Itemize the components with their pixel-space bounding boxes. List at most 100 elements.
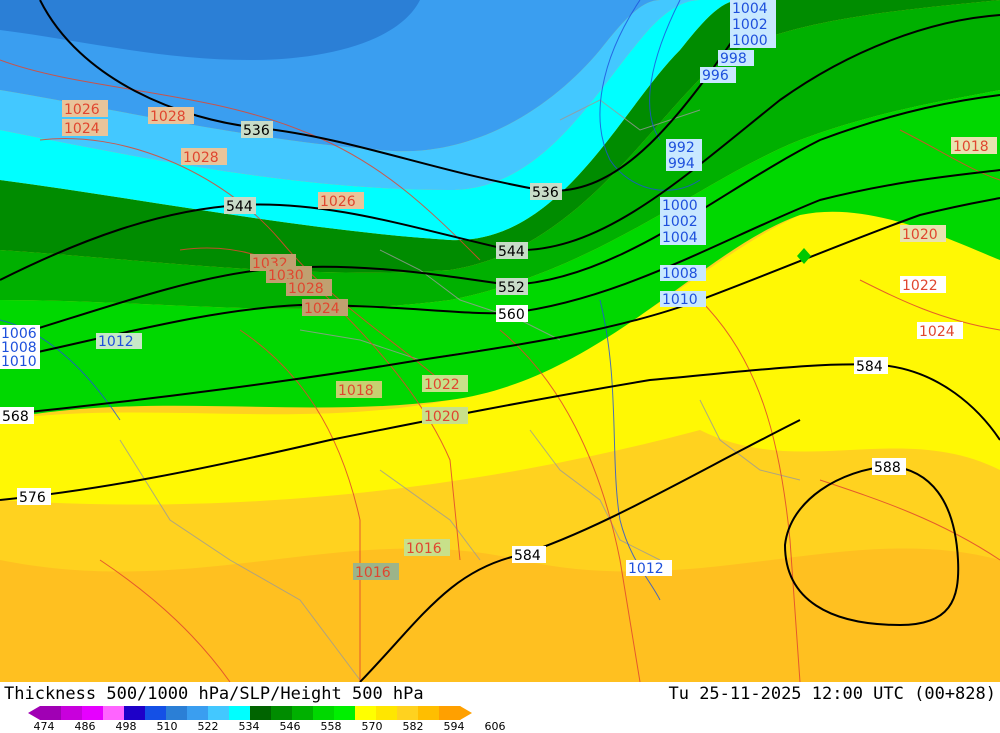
svg-text:1000: 1000 <box>662 198 698 214</box>
slp-label: 1004 <box>660 229 706 246</box>
svg-text:1004: 1004 <box>662 230 698 246</box>
slp-label: 996 <box>700 67 736 84</box>
svg-text:1020: 1020 <box>902 227 938 243</box>
slp-label: 1020 <box>900 225 946 243</box>
slp-label: 1010 <box>0 353 40 370</box>
slp-label: 998 <box>718 50 754 67</box>
scale-tick-label: 606 <box>484 720 506 733</box>
svg-text:1028: 1028 <box>150 109 186 125</box>
svg-text:536: 536 <box>243 123 270 139</box>
svg-text:584: 584 <box>856 359 883 375</box>
slp-label: 1016 <box>404 539 450 557</box>
scale-tick-label: 534 <box>238 720 260 733</box>
scale-tick-label: 570 <box>361 720 383 733</box>
svg-text:544: 544 <box>226 199 253 215</box>
scale-tick-label: 474 <box>33 720 55 733</box>
slp-label: 1024 <box>62 119 108 137</box>
color-scale <box>28 706 472 720</box>
scale-swatch <box>229 706 251 720</box>
slp-label: 1002 <box>660 213 706 230</box>
weather-map: 536 536 544 544 552 560 568 576 584 584 … <box>0 0 1000 682</box>
scale-swatch <box>313 706 335 720</box>
svg-text:1024: 1024 <box>304 301 340 317</box>
svg-text:536: 536 <box>532 185 559 201</box>
svg-text:1016: 1016 <box>406 541 442 557</box>
scale-swatch <box>187 706 209 720</box>
scale-swatch <box>103 706 125 720</box>
svg-text:1018: 1018 <box>338 383 374 399</box>
svg-text:1000: 1000 <box>732 33 768 49</box>
svg-text:1024: 1024 <box>64 121 100 137</box>
scale-tick-label: 582 <box>402 720 424 733</box>
slp-label: 1026 <box>62 100 108 118</box>
slp-label: 1022 <box>900 276 946 294</box>
slp-label: 1010 <box>660 291 706 308</box>
slp-label: 1000 <box>660 197 706 214</box>
slp-label: 1018 <box>951 137 997 155</box>
scale-swatch <box>439 706 461 720</box>
slp-label: 1012 <box>626 560 672 577</box>
scale-swatch <box>334 706 356 720</box>
scale-swatch <box>292 706 314 720</box>
scale-swatch <box>250 706 272 720</box>
svg-text:996: 996 <box>702 68 729 84</box>
svg-text:588: 588 <box>874 460 901 476</box>
svg-text:1002: 1002 <box>662 214 698 230</box>
scale-tick-label: 522 <box>197 720 219 733</box>
svg-text:1010: 1010 <box>662 292 698 308</box>
height-label: 560 <box>496 305 528 323</box>
svg-text:1022: 1022 <box>424 377 460 393</box>
svg-text:584: 584 <box>514 548 541 564</box>
svg-text:1024: 1024 <box>919 324 955 340</box>
slp-label: 1026 <box>318 192 364 210</box>
svg-text:1010: 1010 <box>1 354 37 370</box>
svg-text:1028: 1028 <box>183 150 219 166</box>
height-label: 584 <box>512 546 546 564</box>
scale-swatch <box>418 706 440 720</box>
svg-text:1012: 1012 <box>628 561 664 577</box>
height-label: 584 <box>854 357 888 375</box>
svg-text:552: 552 <box>498 280 525 296</box>
height-label: 576 <box>17 488 51 506</box>
scale-swatch <box>397 706 419 720</box>
svg-text:568: 568 <box>2 409 29 425</box>
map-title: Thickness 500/1000 hPa/SLP/Height 500 hP… <box>4 684 424 704</box>
slp-label: 994 <box>666 155 702 172</box>
height-label: 544 <box>496 242 528 260</box>
scale-arrow-left <box>28 706 40 720</box>
slp-label: 1016 <box>353 563 399 581</box>
svg-text:1026: 1026 <box>320 194 356 210</box>
slp-label: 1022 <box>422 375 468 393</box>
slp-label: 1020 <box>422 407 468 425</box>
footer: Thickness 500/1000 hPa/SLP/Height 500 hP… <box>0 682 1000 733</box>
scale-arrow-right <box>460 706 472 720</box>
svg-text:1008: 1008 <box>662 266 698 282</box>
svg-text:1016: 1016 <box>355 565 391 581</box>
slp-label: 1000 <box>730 32 776 49</box>
svg-text:544: 544 <box>498 244 525 260</box>
color-scale-labels: 474 486 498 510 522 534 546 558 570 582 594 606 <box>0 720 520 733</box>
height-label: 568 <box>0 407 34 425</box>
slp-label: 1018 <box>336 381 382 399</box>
slp-label: 1008 <box>660 265 706 282</box>
height-label: 536 <box>241 121 273 139</box>
svg-text:1028: 1028 <box>288 281 324 297</box>
svg-text:994: 994 <box>668 156 695 172</box>
scale-tick-label: 594 <box>443 720 465 733</box>
slp-label: 1024 <box>302 299 348 317</box>
svg-text:1020: 1020 <box>424 409 460 425</box>
slp-label: 1028 <box>148 107 194 125</box>
svg-text:560: 560 <box>498 307 525 323</box>
svg-text:1004: 1004 <box>732 1 768 17</box>
height-label: 544 <box>224 197 256 215</box>
scale-tick-label: 558 <box>320 720 342 733</box>
scale-swatch <box>61 706 83 720</box>
map-timestamp: Tu 25-11-2025 12:00 UTC (00+828) <box>668 684 996 704</box>
scale-swatch <box>376 706 398 720</box>
scale-swatch <box>208 706 230 720</box>
scale-swatch <box>271 706 293 720</box>
svg-text:998: 998 <box>720 51 747 67</box>
height-label: 552 <box>496 278 528 296</box>
scale-swatch <box>82 706 104 720</box>
height-label: 588 <box>872 458 906 476</box>
